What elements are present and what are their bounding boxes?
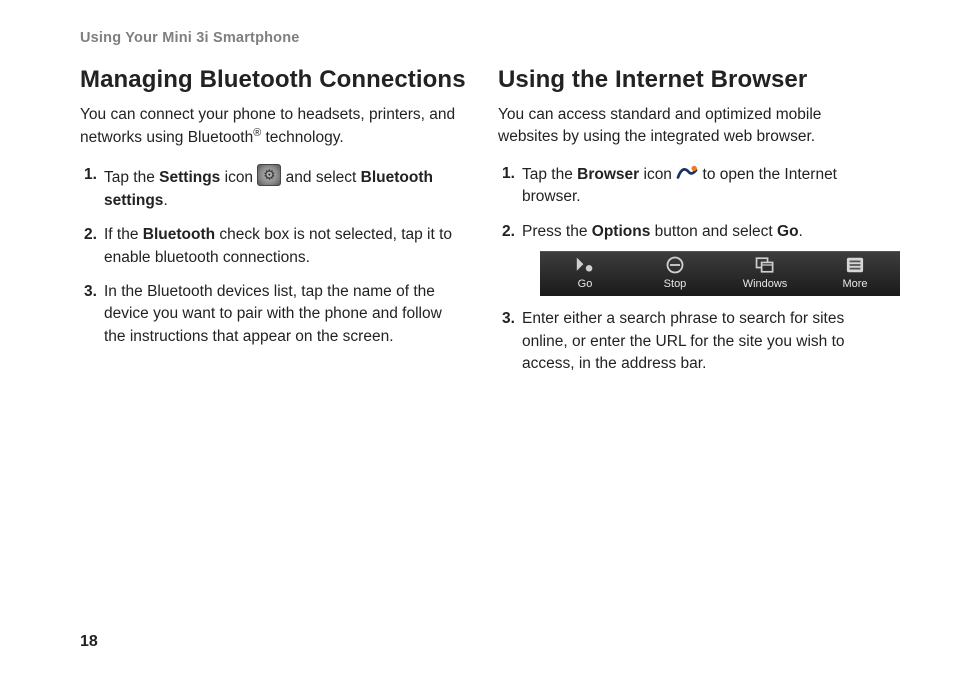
step-number: 2.: [84, 224, 97, 246]
running-head: Using Your Mini 3i Smartphone: [80, 30, 884, 46]
step-text: .: [163, 192, 167, 209]
options-toolbar: Go Stop: [540, 251, 900, 296]
stop-icon: [664, 255, 686, 275]
column-left: Managing Bluetooth Connections You can c…: [80, 66, 466, 388]
windows-icon: [754, 255, 776, 275]
toolbar-button-go[interactable]: Go: [540, 252, 630, 296]
step-text: .: [799, 223, 803, 240]
step-text: button and select: [650, 223, 777, 240]
toolbar-label: Windows: [743, 277, 788, 293]
steps-list: 1. Tap the Browser icon to open the Inte…: [498, 163, 884, 376]
step-text: icon: [639, 166, 676, 183]
intro-paragraph: You can connect your phone to headsets, …: [80, 104, 466, 150]
step-text: Enter either a search phrase to search f…: [522, 310, 845, 372]
step-text: If the: [104, 226, 143, 243]
step-item: 1. Tap the Browser icon to open the Inte…: [502, 163, 884, 209]
step-text: and select: [281, 169, 360, 186]
step-number: 3.: [502, 308, 515, 330]
step-item: 3. Enter either a search phrase to searc…: [502, 308, 884, 375]
page-number: 18: [80, 633, 98, 651]
settings-icon: [257, 164, 281, 186]
step-text: Tap the: [104, 169, 159, 186]
step-number: 1.: [502, 163, 515, 185]
step-text-bold: Settings: [159, 169, 220, 186]
manual-page: Using Your Mini 3i Smartphone Managing B…: [0, 0, 954, 677]
browser-icon: [676, 163, 698, 183]
intro-paragraph: You can access standard and optimized mo…: [498, 104, 884, 149]
step-number: 1.: [84, 164, 97, 186]
toolbar-button-more[interactable]: More: [810, 252, 900, 296]
step-number: 3.: [84, 281, 97, 303]
step-item: 3. In the Bluetooth devices list, tap th…: [84, 281, 466, 348]
intro-text-tail: technology.: [261, 130, 343, 147]
steps-list: 1. Tap the Settings icon and select Blue…: [80, 164, 466, 348]
step-item: 1. Tap the Settings icon and select Blue…: [84, 164, 466, 212]
toolbar-label: Go: [578, 277, 593, 293]
toolbar-button-windows[interactable]: Windows: [720, 252, 810, 296]
step-text: Tap the: [522, 166, 577, 183]
step-text-bold: Bluetooth: [143, 226, 215, 243]
step-text-bold: Browser: [577, 166, 639, 183]
step-item: 2. Press the Options button and select G…: [502, 221, 884, 296]
column-right: Using the Internet Browser You can acces…: [498, 66, 884, 388]
step-text: In the Bluetooth devices list, tap the n…: [104, 283, 442, 345]
section-title-browser: Using the Internet Browser: [498, 66, 884, 94]
step-item: 2. If the Bluetooth check box is not sel…: [84, 224, 466, 269]
toolbar-button-stop[interactable]: Stop: [630, 252, 720, 296]
step-text: icon: [220, 169, 257, 186]
registered-mark: ®: [253, 127, 261, 139]
step-number: 2.: [502, 221, 515, 243]
content-columns: Managing Bluetooth Connections You can c…: [80, 66, 884, 388]
step-text-bold: Go: [777, 223, 799, 240]
go-icon: [574, 255, 596, 275]
step-text-bold: Options: [592, 223, 651, 240]
more-icon: [844, 255, 866, 275]
section-title-bluetooth: Managing Bluetooth Connections: [80, 66, 466, 94]
toolbar-label: More: [842, 277, 867, 293]
toolbar-label: Stop: [664, 277, 687, 293]
step-text: Press the: [522, 223, 592, 240]
